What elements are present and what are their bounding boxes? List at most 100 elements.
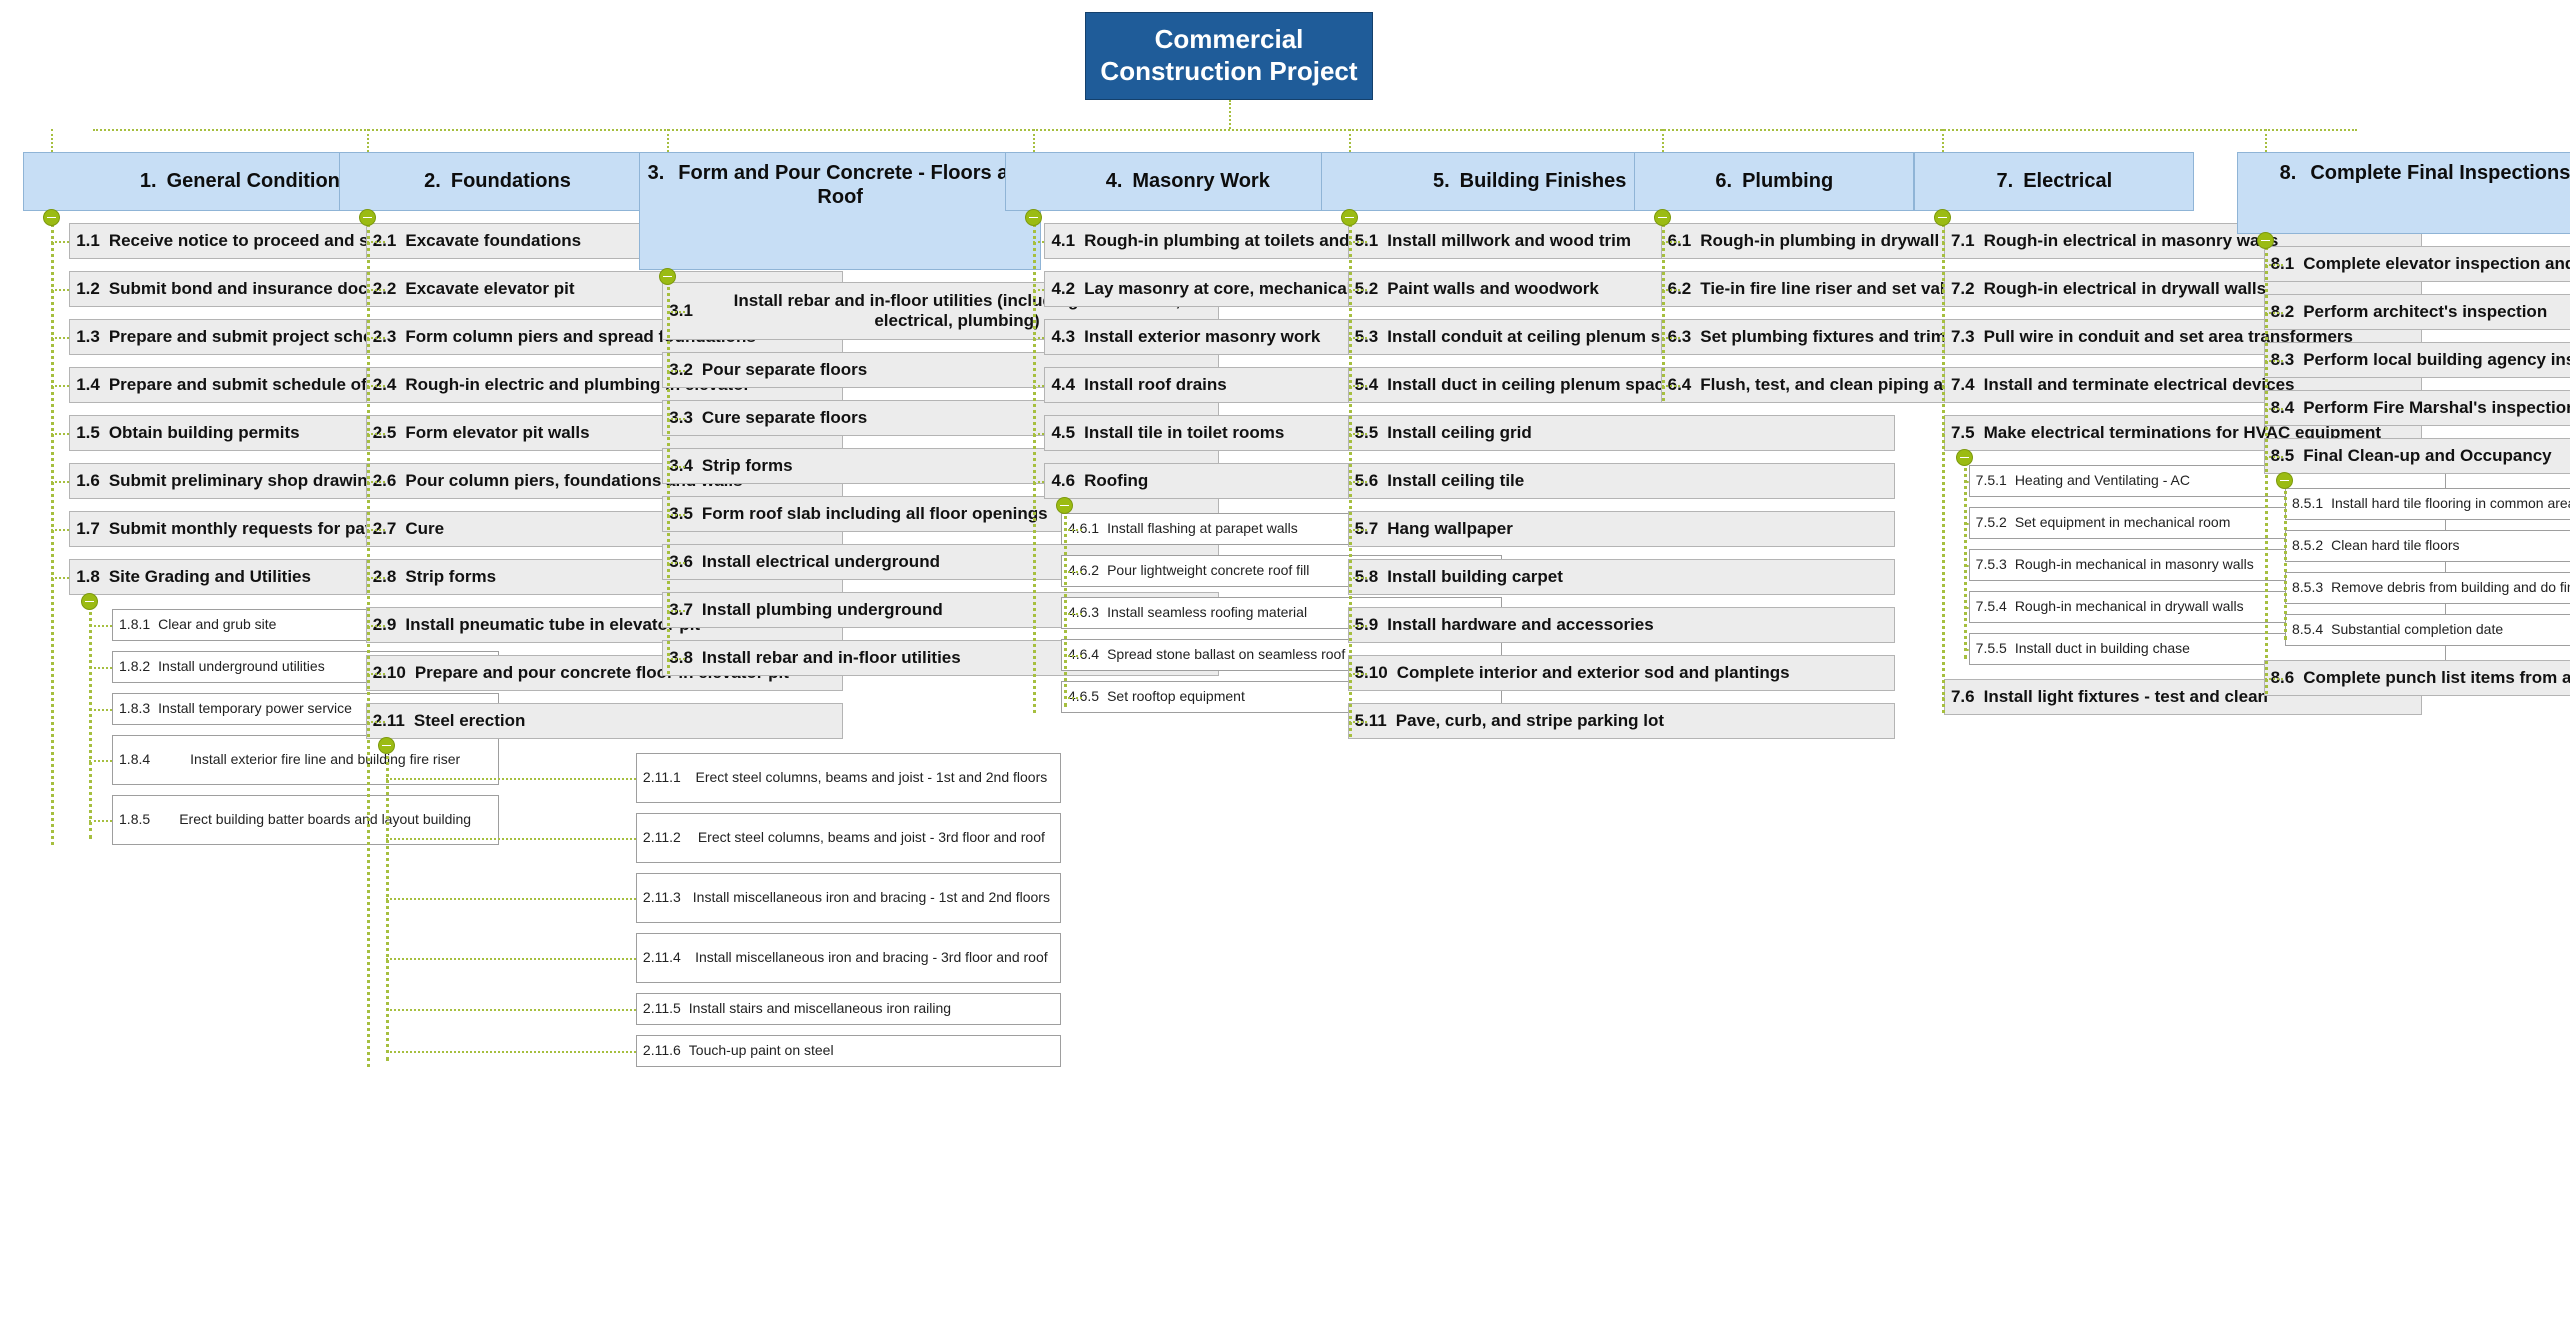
collapse-knob-4[interactable] (1024, 208, 1042, 226)
subtask-box[interactable]: 2.11.5 Install stairs and miscellaneous i… (635, 992, 1061, 1025)
task-number: 7.2 (1950, 278, 1975, 298)
task-box[interactable]: 8.1Complete elevator inspection and cert… (2263, 245, 2570, 282)
task-box[interactable]: 5.6 Install ceiling tile (1347, 462, 1895, 499)
task-box[interactable]: 8.5 Final Clean-up and Occupancy (2263, 437, 2570, 474)
task-number: 7.6 (1950, 686, 1975, 706)
collapse-knob-sub[interactable] (81, 592, 99, 610)
column-spine (1349, 216, 1353, 737)
subtask-number: 7.5.4 (1975, 598, 2007, 615)
task-box[interactable]: 5.10 Complete interior and exterior sod a… (1347, 654, 1895, 691)
subtask-number: 2.11.2 (642, 829, 681, 846)
column-header-8[interactable]: 8. Complete Final Inspections (2237, 151, 2570, 234)
root-node[interactable]: Commercial Construction Project (1085, 12, 1373, 100)
task-label: Complete interior and exterior sod and p… (1396, 662, 1790, 682)
column-spine (667, 276, 671, 675)
collapse-knob-7[interactable] (1934, 208, 1952, 226)
collapse-knob-1[interactable] (43, 208, 61, 226)
subtask-number: 1.8.1 (119, 616, 151, 633)
subtask-label: Install hard tile flooring in common are… (2331, 495, 2570, 512)
task-box[interactable]: 2.11 Steel erection (365, 702, 844, 739)
task-number: 4.2 (1051, 278, 1076, 298)
subtask-box[interactable]: 2.11.4 Install miscellaneous iron and bra… (635, 932, 1061, 983)
subtask-box[interactable]: 2.11.6 Touch-up paint on steel (635, 1034, 1061, 1067)
subtask-number: 2.11.6 (642, 1042, 681, 1059)
connector-stub-sub (89, 708, 113, 711)
collapse-knob-8[interactable] (2257, 231, 2275, 249)
task-number: 4.6 (1051, 470, 1076, 490)
subtask-box[interactable]: 2.11.1 Erect steel columns, beams and joi… (635, 752, 1061, 803)
subtask-box[interactable]: 2.11.2 Erect steel columns, beams and joi… (635, 812, 1061, 863)
collapse-knob-sub[interactable] (377, 736, 395, 754)
task-label: Install ceiling tile (1387, 470, 1525, 490)
subtask-label: Erect building batter boards and layout … (179, 811, 472, 828)
task-box[interactable]: 8.2 Perform architect's inspection (2263, 293, 2570, 330)
task-number: 7.1 (1950, 230, 1975, 250)
collapse-knob-5[interactable] (1341, 208, 1359, 226)
task-number: 1.2 (76, 278, 100, 298)
task-label: Perform architect's inspection (2303, 301, 2548, 321)
column-spine (51, 216, 55, 845)
task-label: Install building carpet (1387, 566, 1563, 586)
connector-stub-sub (385, 1008, 636, 1011)
subtask-number: 2.11.4 (642, 949, 681, 966)
subtask-spine (89, 598, 93, 839)
column-number: 7. (1996, 170, 2014, 193)
column-label: Masonry Work (1132, 170, 1270, 193)
connector-stub-sub (89, 759, 113, 762)
task-label: Install ceiling grid (1387, 422, 1532, 442)
subtask-label: Heating and Ventilating - AC (2014, 472, 2190, 489)
task-box[interactable]: 5.11 Pave, curb, and stripe parking lot (1347, 702, 1895, 739)
column-drop-line (1032, 129, 1035, 152)
column-header-6[interactable]: 6. Plumbing (1634, 151, 1915, 211)
task-box[interactable]: 5.8 Install building carpet (1347, 558, 1895, 595)
collapse-knob-6[interactable] (1654, 208, 1672, 226)
column-header-3[interactable]: 3. Form and Pour Concrete - Floors and Ro… (639, 151, 1042, 271)
subtask-box[interactable]: 8.5.2 Clean hard tile floors (2284, 529, 2570, 562)
column-drop-line (1349, 129, 1352, 152)
column-label: Electrical (2023, 170, 2113, 193)
subtask-box[interactable]: 2.11.3 Install miscellaneous iron and bra… (635, 872, 1061, 923)
column-number: 2. (424, 170, 441, 193)
task-label: Perform Fire Marshal's inspection (2303, 397, 2570, 417)
connector-stub-sub (385, 897, 636, 900)
subtask-number: 1.8.4 (119, 751, 151, 768)
column-drop-line (1662, 129, 1665, 152)
subtask-box[interactable]: 8.5.1 Install hard tile flooring in commo… (2284, 487, 2570, 520)
column-spine (1032, 216, 1036, 713)
subtask-label: Substantial completion date (2331, 621, 2504, 638)
task-box[interactable]: 5.7 Hang wallpaper (1347, 510, 1895, 547)
task-box[interactable]: 8.4 Perform Fire Marshal's inspection (2263, 389, 2570, 426)
subtask-label: Touch-up paint on steel (688, 1042, 834, 1059)
connector-stub-sub (385, 777, 636, 780)
column-number: 6. (1715, 170, 1733, 193)
task-number: 4.3 (1051, 326, 1076, 346)
task-box[interactable]: 5.5 Install ceiling grid (1347, 414, 1895, 451)
task-number: 7.4 (1950, 374, 1975, 394)
subtask-box[interactable]: 8.5.4 Substantial completion date (2284, 613, 2570, 646)
subtask-box[interactable]: 8.5.3 Remove debris from building and do … (2284, 571, 2570, 604)
subtask-label: Install stairs and miscellaneous iron ra… (688, 1000, 952, 1017)
collapse-knob-sub[interactable] (2275, 471, 2293, 489)
connector-stub-sub (385, 957, 636, 960)
column-spine (2265, 239, 2269, 694)
column-spine (1662, 216, 1666, 401)
root-bus (93, 129, 2358, 132)
root-title-line1: Commercial (1154, 24, 1304, 55)
task-box[interactable]: 8.6Complete punch list items from all in… (2263, 659, 2570, 696)
subtask-label: Install exterior fire line and building … (190, 751, 461, 768)
subtask-label: Erect steel columns, beams and joist - 3… (697, 829, 1045, 846)
subtask-number: 1.8.5 (119, 811, 151, 828)
column-header-4[interactable]: 4. Masonry Work (1004, 151, 1371, 211)
task-box[interactable]: 8.3Perform local building agency inspect… (2263, 341, 2570, 378)
task-label: Install hardware and accessories (1387, 614, 1654, 634)
collapse-knob-sub[interactable] (1955, 448, 1973, 466)
task-number: 4.4 (1051, 374, 1076, 394)
column-header-7[interactable]: 7. Electrical (1914, 151, 2195, 211)
column-header-2[interactable]: 2. Foundations (339, 151, 656, 211)
subtask-number: 8.5.1 (2291, 495, 2324, 512)
subtask-label: Erect steel columns, beams and joist - 1… (695, 769, 1048, 786)
subtask-number: 7.5.5 (1975, 640, 2007, 657)
task-label: Hang wallpaper (1387, 518, 1513, 538)
task-box[interactable]: 5.9 Install hardware and accessories (1347, 606, 1895, 643)
subtask-spine (2283, 477, 2287, 640)
